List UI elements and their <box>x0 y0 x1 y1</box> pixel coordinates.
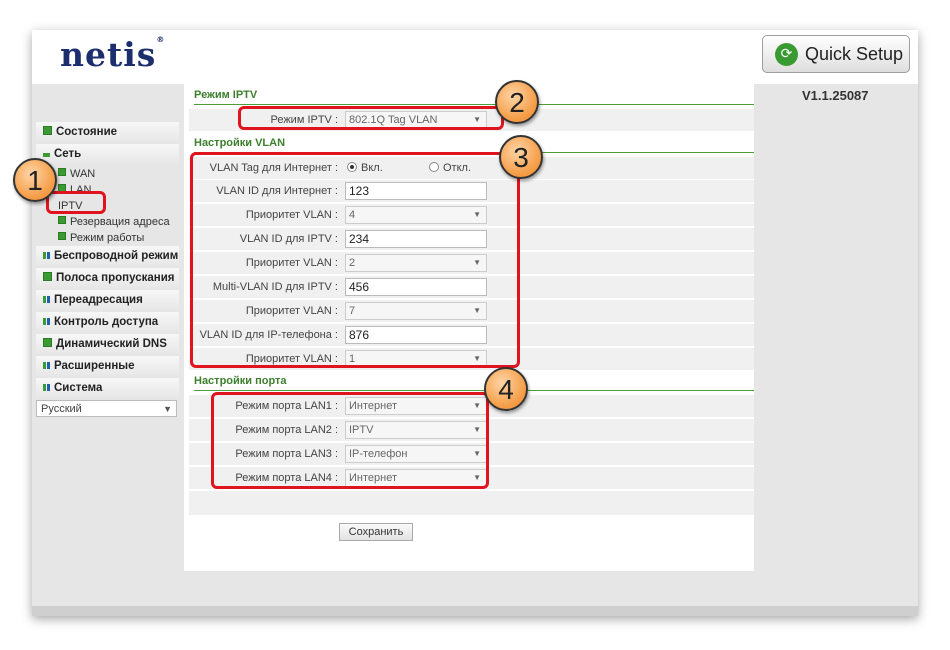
grid-icon <box>43 296 50 303</box>
highlight-iptv-menu <box>46 191 106 214</box>
language-select[interactable]: Русский ▼ <box>36 400 177 417</box>
square-icon <box>58 168 66 176</box>
grid-icon <box>43 362 50 369</box>
step-badge-3: 3 <box>499 135 543 179</box>
sidebar-item-advanced[interactable]: Расширенные <box>36 356 179 376</box>
refresh-icon: ⟳ <box>775 42 798 66</box>
sidebar-subitem-address-reservation[interactable]: Резервация адреса <box>58 214 170 230</box>
sidebar-item-forwarding[interactable]: Переадресация <box>36 290 179 310</box>
sidebar-item-status[interactable]: Состояние <box>36 122 179 142</box>
netis-logo: netis® <box>60 35 166 74</box>
section-title-vlan: Настройки VLAN <box>194 135 754 153</box>
grid-icon <box>43 384 50 391</box>
grid-icon <box>43 252 50 259</box>
quick-setup-label: Quick Setup <box>805 43 904 64</box>
section-title-iptv: Режим IPTV <box>194 87 754 105</box>
sidebar-item-access-control[interactable]: Контроль доступа <box>36 312 179 332</box>
sidebar-item-wireless[interactable]: Беспроводной режим <box>36 246 179 266</box>
step-badge-2: 2 <box>495 80 539 124</box>
square-icon <box>58 232 66 240</box>
sidebar-item-network[interactable]: Сеть <box>36 144 179 164</box>
sidebar-subitem-operation-mode[interactable]: Режим работы <box>58 230 144 246</box>
quick-setup-button[interactable]: ⟳ Quick Setup <box>762 35 910 73</box>
grid-icon <box>43 318 50 325</box>
step-badge-4: 4 <box>484 367 528 411</box>
save-button[interactable]: Сохранить <box>339 523 413 541</box>
square-icon <box>43 338 52 347</box>
sidebar-item-system[interactable]: Система <box>36 378 179 398</box>
highlight-vlan-settings <box>190 152 520 368</box>
step-badge-1: 1 <box>13 158 57 202</box>
spacer-row <box>189 491 754 516</box>
chevron-down-icon: ▼ <box>163 404 172 414</box>
highlight-iptv-mode <box>238 106 504 130</box>
collapse-icon <box>43 153 50 157</box>
header: netis® ⟳ Quick Setup <box>32 30 918 84</box>
square-icon <box>43 272 52 281</box>
sidebar-subitem-wan[interactable]: WAN <box>58 166 95 182</box>
sidebar-item-bandwidth[interactable]: Полоса пропускания <box>36 268 179 288</box>
square-icon <box>43 126 52 135</box>
firmware-version: V1.1.25087 <box>802 88 869 103</box>
highlight-port-settings <box>211 392 489 489</box>
sidebar-item-ddns[interactable]: Динамический DNS <box>36 334 179 354</box>
section-title-ports: Настройки порта <box>194 373 754 391</box>
square-icon <box>58 216 66 224</box>
footer-bar <box>32 606 918 616</box>
